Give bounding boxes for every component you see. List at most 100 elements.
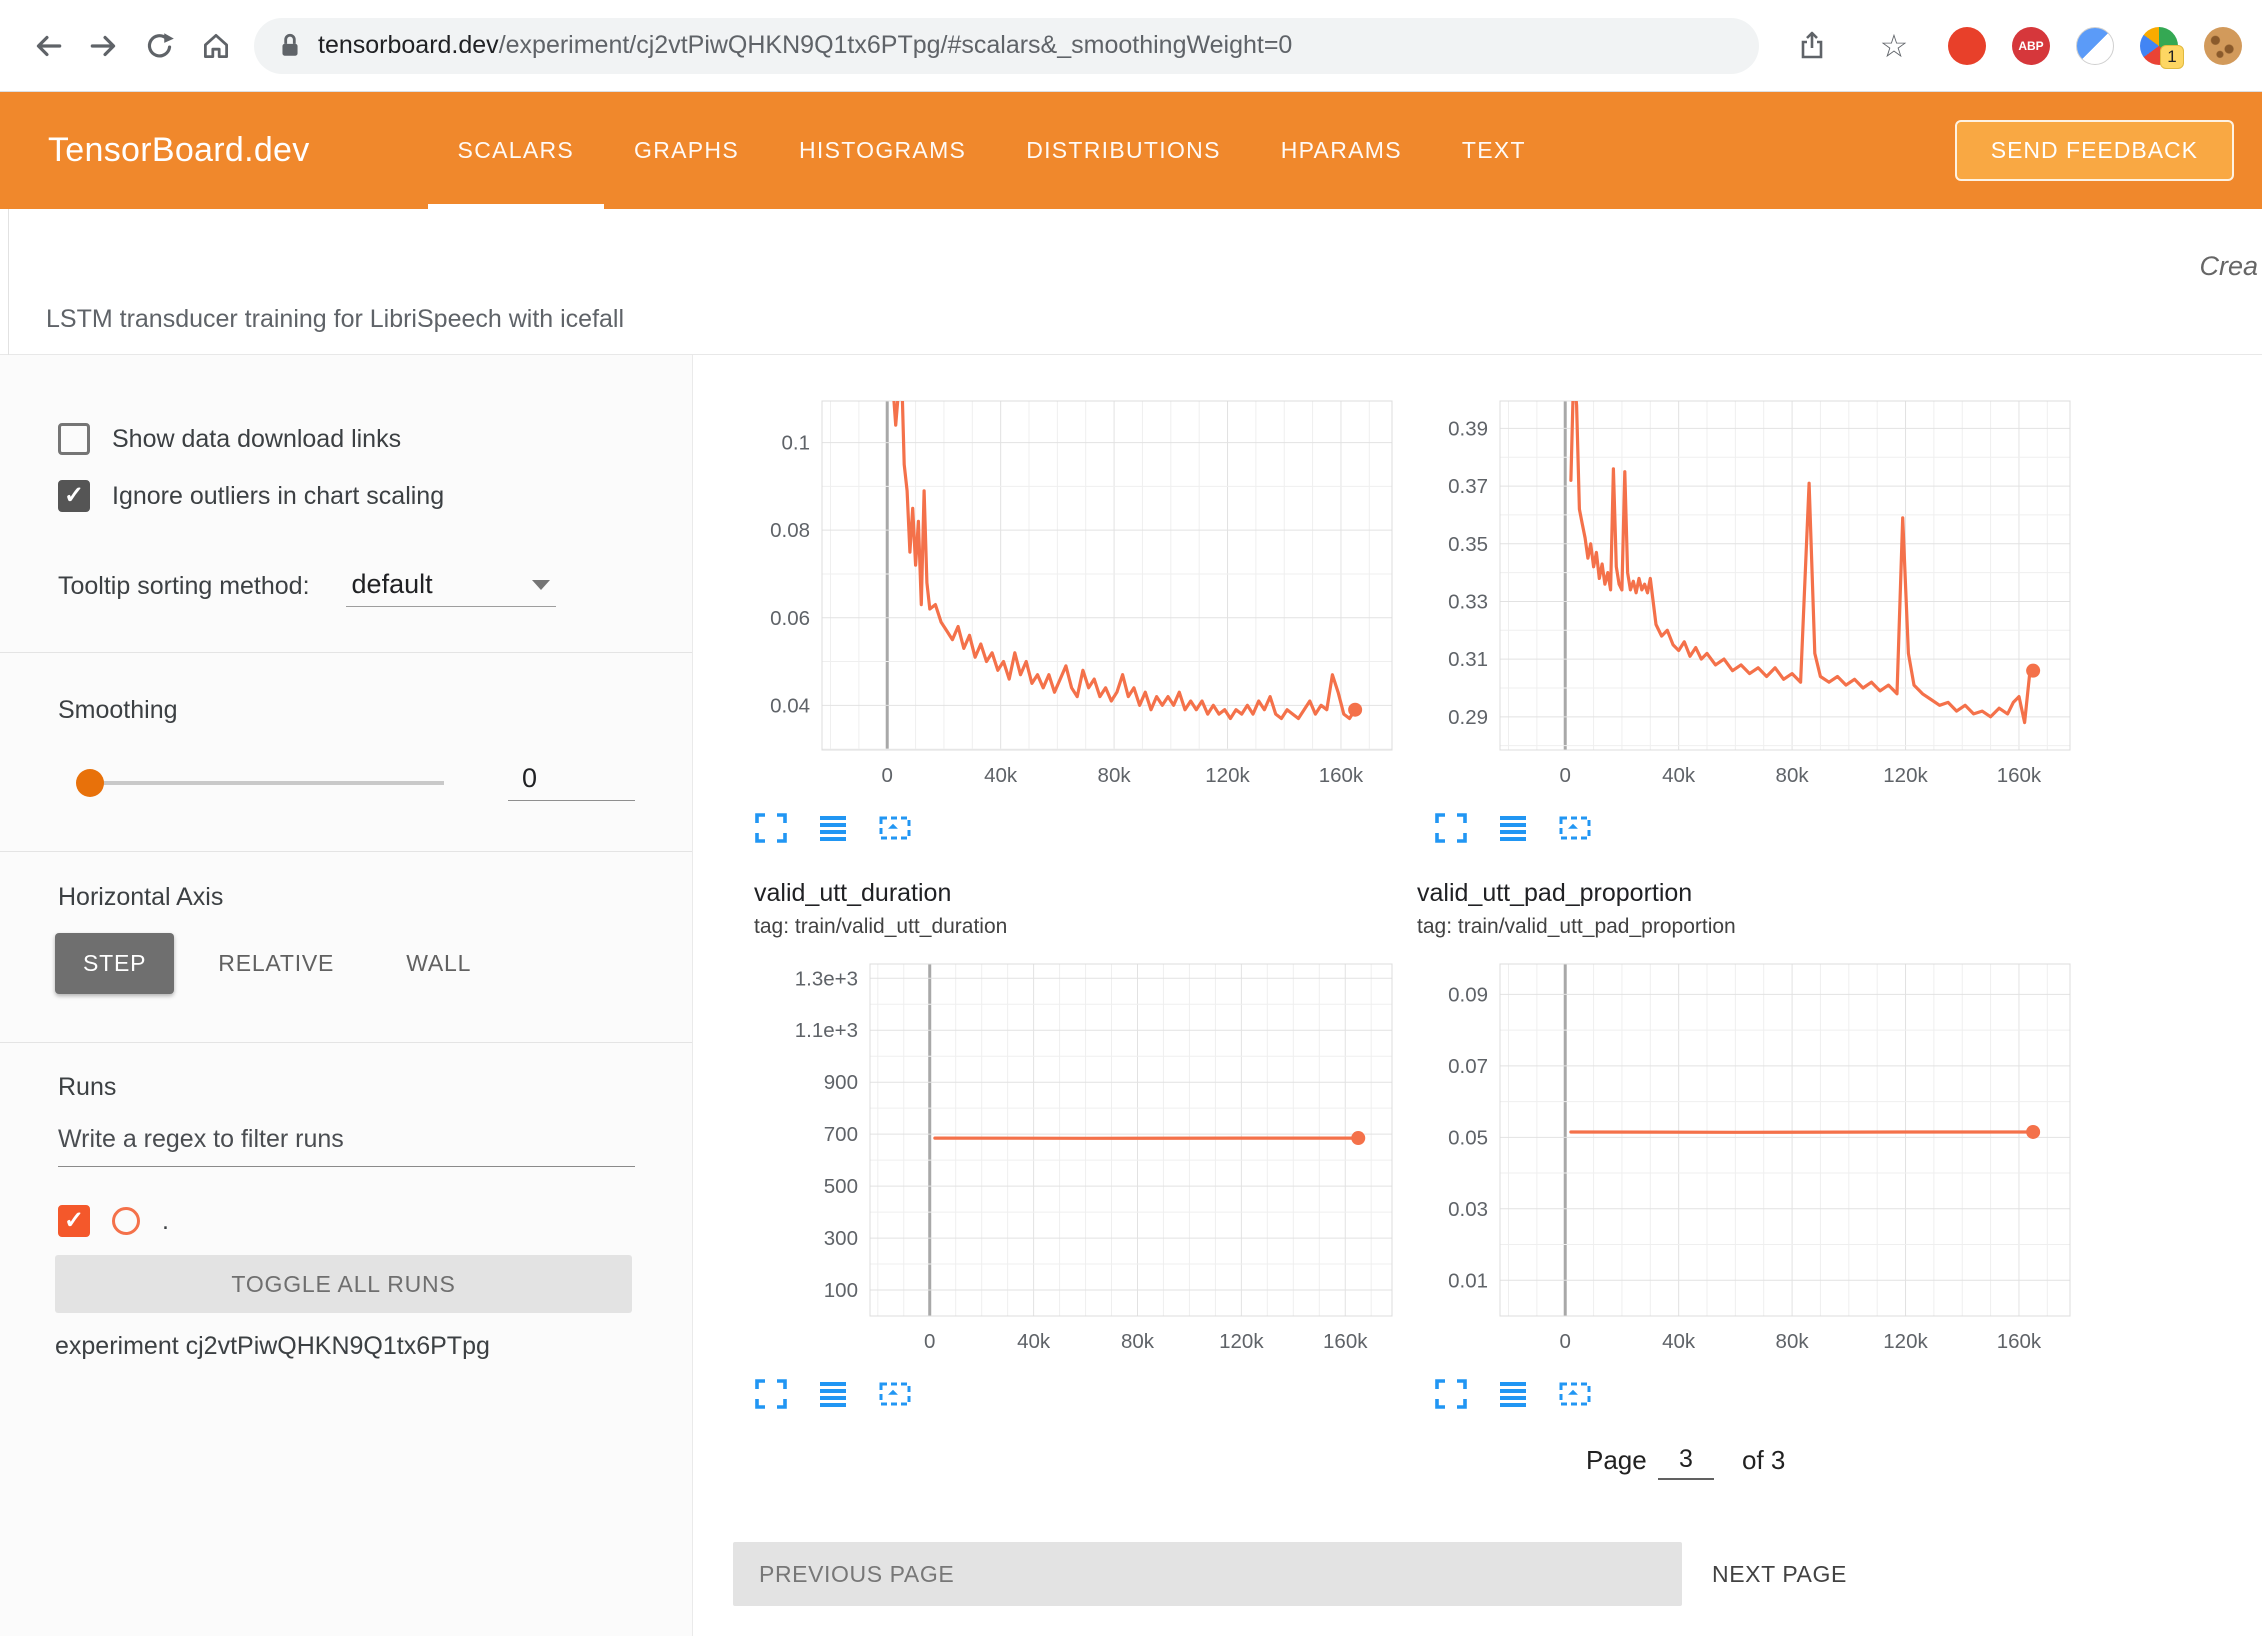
ignore-outliers-row: ✓ Ignore outliers in chart scaling xyxy=(58,480,444,512)
padlock-icon xyxy=(278,32,302,60)
profile-avatar[interactable]: 1 xyxy=(2140,27,2178,65)
svg-text:160k: 160k xyxy=(1323,1330,1368,1353)
back-button[interactable] xyxy=(20,18,76,74)
tab-graphs[interactable]: GRAPHS xyxy=(604,92,769,209)
send-feedback-button[interactable]: SEND FEEDBACK xyxy=(1955,120,2234,181)
tooltip-sorting-value: default xyxy=(352,569,433,600)
tab-hparams[interactable]: HPARAMS xyxy=(1251,92,1432,209)
forward-arrow-icon xyxy=(87,29,121,63)
svg-text:100: 100 xyxy=(824,1279,858,1302)
smoothing-slider-track[interactable] xyxy=(96,781,444,785)
svg-text:40k: 40k xyxy=(1017,1330,1051,1353)
scalar-chart[interactable]: 0.010.030.050.070.09040k80k120k160k xyxy=(1430,944,2090,1364)
fullscreen-icon[interactable] xyxy=(1433,1378,1469,1410)
fullscreen-icon[interactable] xyxy=(753,812,789,844)
axis-relative-button[interactable]: RELATIVE xyxy=(190,933,362,994)
run-color-swatch xyxy=(112,1207,140,1235)
svg-text:160k: 160k xyxy=(1997,764,2042,787)
fit-domain-icon[interactable] xyxy=(877,812,913,844)
tooltip-sorting-label: Tooltip sorting method: xyxy=(58,572,310,601)
runs-filter-input[interactable] xyxy=(58,1117,635,1167)
experiment-id-label: experiment cj2vtPiwQHKN9Q1tx6PTpg xyxy=(55,1332,490,1361)
adblock-extension-icon[interactable] xyxy=(1948,27,1986,65)
show-download-links-checkbox[interactable] xyxy=(58,423,90,455)
next-page-button[interactable]: NEXT PAGE xyxy=(1712,1542,1847,1606)
axis-wall-button[interactable]: WALL xyxy=(378,933,499,994)
svg-text:120k: 120k xyxy=(1883,1330,1928,1353)
lines-icon[interactable] xyxy=(1495,812,1531,844)
svg-text:120k: 120k xyxy=(1219,1330,1264,1353)
axis-step-button[interactable]: STEP xyxy=(55,933,174,994)
address-bar[interactable]: tensorboard.dev/experiment/cj2vtPiwQHKN9… xyxy=(254,18,1759,74)
fit-domain-icon-glyph xyxy=(1557,812,1593,844)
tab-distributions[interactable]: DISTRIBUTIONS xyxy=(996,92,1251,209)
svg-text:0.33: 0.33 xyxy=(1448,590,1488,613)
forward-button[interactable] xyxy=(76,18,132,74)
page-number-input[interactable] xyxy=(1658,1441,1714,1480)
lines-icon[interactable] xyxy=(1495,1378,1531,1410)
tensorboard-page: tensorboard.dev/experiment/cj2vtPiwQHKN9… xyxy=(0,0,2262,1636)
svg-text:160k: 160k xyxy=(1319,764,1364,787)
toolbar-right-icons: ☆ ABP 1 xyxy=(1784,18,2242,74)
lines-icon-glyph xyxy=(816,1378,850,1410)
page-of-label: of 3 xyxy=(1742,1445,1785,1476)
svg-text:120k: 120k xyxy=(1205,764,1250,787)
clipped-right-text: Crea xyxy=(2199,251,2258,282)
svg-text:80k: 80k xyxy=(1121,1330,1155,1353)
previous-page-button[interactable]: PREVIOUS PAGE xyxy=(733,1542,1682,1606)
svg-text:80k: 80k xyxy=(1098,764,1132,787)
chart-title: valid_utt_pad_proportion xyxy=(1417,879,1692,908)
fullscreen-icon[interactable] xyxy=(1433,812,1469,844)
svg-text:80k: 80k xyxy=(1776,764,1810,787)
bookmark-button[interactable]: ☆ xyxy=(1866,18,1922,74)
svg-text:160k: 160k xyxy=(1997,1330,2042,1353)
share-button[interactable] xyxy=(1784,18,1840,74)
scalar-chart[interactable]: 1003005007009001.1e+31.3e+3040k80k120k16… xyxy=(752,944,1412,1364)
svg-text:0.03: 0.03 xyxy=(1448,1198,1488,1221)
lines-icon[interactable] xyxy=(815,812,851,844)
toggle-all-runs-button[interactable]: TOGGLE ALL RUNS xyxy=(55,1255,632,1313)
tooltip-sorting-dropdown[interactable]: default xyxy=(346,565,556,607)
refresh-button[interactable] xyxy=(132,18,188,74)
fit-domain-icon[interactable] xyxy=(1557,1378,1593,1410)
fullscreen-icon-glyph xyxy=(754,812,788,844)
fit-domain-icon[interactable] xyxy=(877,1378,913,1410)
ignore-outliers-checkbox[interactable]: ✓ xyxy=(58,480,90,512)
run-checkbox[interactable]: ✓ xyxy=(58,1205,90,1237)
smoothing-slider-row: 0 xyxy=(58,757,635,811)
svg-text:0.39: 0.39 xyxy=(1448,417,1488,440)
home-button[interactable] xyxy=(188,18,244,74)
url-text: tensorboard.dev/experiment/cj2vtPiwQHKN9… xyxy=(318,31,1292,60)
browser-toolbar: tensorboard.dev/experiment/cj2vtPiwQHKN9… xyxy=(0,0,2262,92)
chart-toolbar xyxy=(753,812,913,844)
notification-badge: 1 xyxy=(2160,45,2184,69)
divider xyxy=(0,652,692,653)
fit-domain-icon-glyph xyxy=(877,812,913,844)
fullscreen-icon[interactable] xyxy=(753,1378,789,1410)
fit-domain-icon[interactable] xyxy=(1557,812,1593,844)
svg-text:0.07: 0.07 xyxy=(1448,1055,1488,1078)
lines-icon-glyph xyxy=(816,812,850,844)
extension-icon[interactable] xyxy=(2076,27,2114,65)
scalar-chart[interactable]: 0.290.310.330.350.370.39040k80k120k160k xyxy=(1430,355,2090,805)
svg-text:0: 0 xyxy=(882,764,893,787)
abp-extension-icon[interactable]: ABP xyxy=(2012,27,2050,65)
svg-text:0.35: 0.35 xyxy=(1448,533,1488,556)
tab-histograms[interactable]: HISTOGRAMS xyxy=(769,92,996,209)
scalar-chart[interactable]: 0.040.060.080.1040k80k120k160k xyxy=(752,355,1412,805)
chart-toolbar xyxy=(753,1378,913,1410)
smoothing-slider-thumb[interactable] xyxy=(76,769,104,797)
smoothing-value-field[interactable]: 0 xyxy=(508,759,635,801)
svg-text:120k: 120k xyxy=(1883,764,1928,787)
scalars-dashboard: 0.040.060.080.1040k80k120k160k 0.290.310… xyxy=(694,355,2262,1636)
experiment-title: LSTM transducer training for LibriSpeech… xyxy=(46,305,624,334)
cookie-extension-icon[interactable] xyxy=(2204,27,2242,65)
run-item-row[interactable]: ✓ . xyxy=(58,1205,169,1237)
tab-text[interactable]: TEXT xyxy=(1432,92,1556,209)
bookmark-star-icon: ☆ xyxy=(1880,27,1909,65)
lines-icon[interactable] xyxy=(815,1378,851,1410)
tab-scalars[interactable]: SCALARS xyxy=(428,92,604,209)
svg-text:0.05: 0.05 xyxy=(1448,1126,1488,1149)
svg-text:0.29: 0.29 xyxy=(1448,706,1488,729)
chart-toolbar xyxy=(1433,1378,1593,1410)
